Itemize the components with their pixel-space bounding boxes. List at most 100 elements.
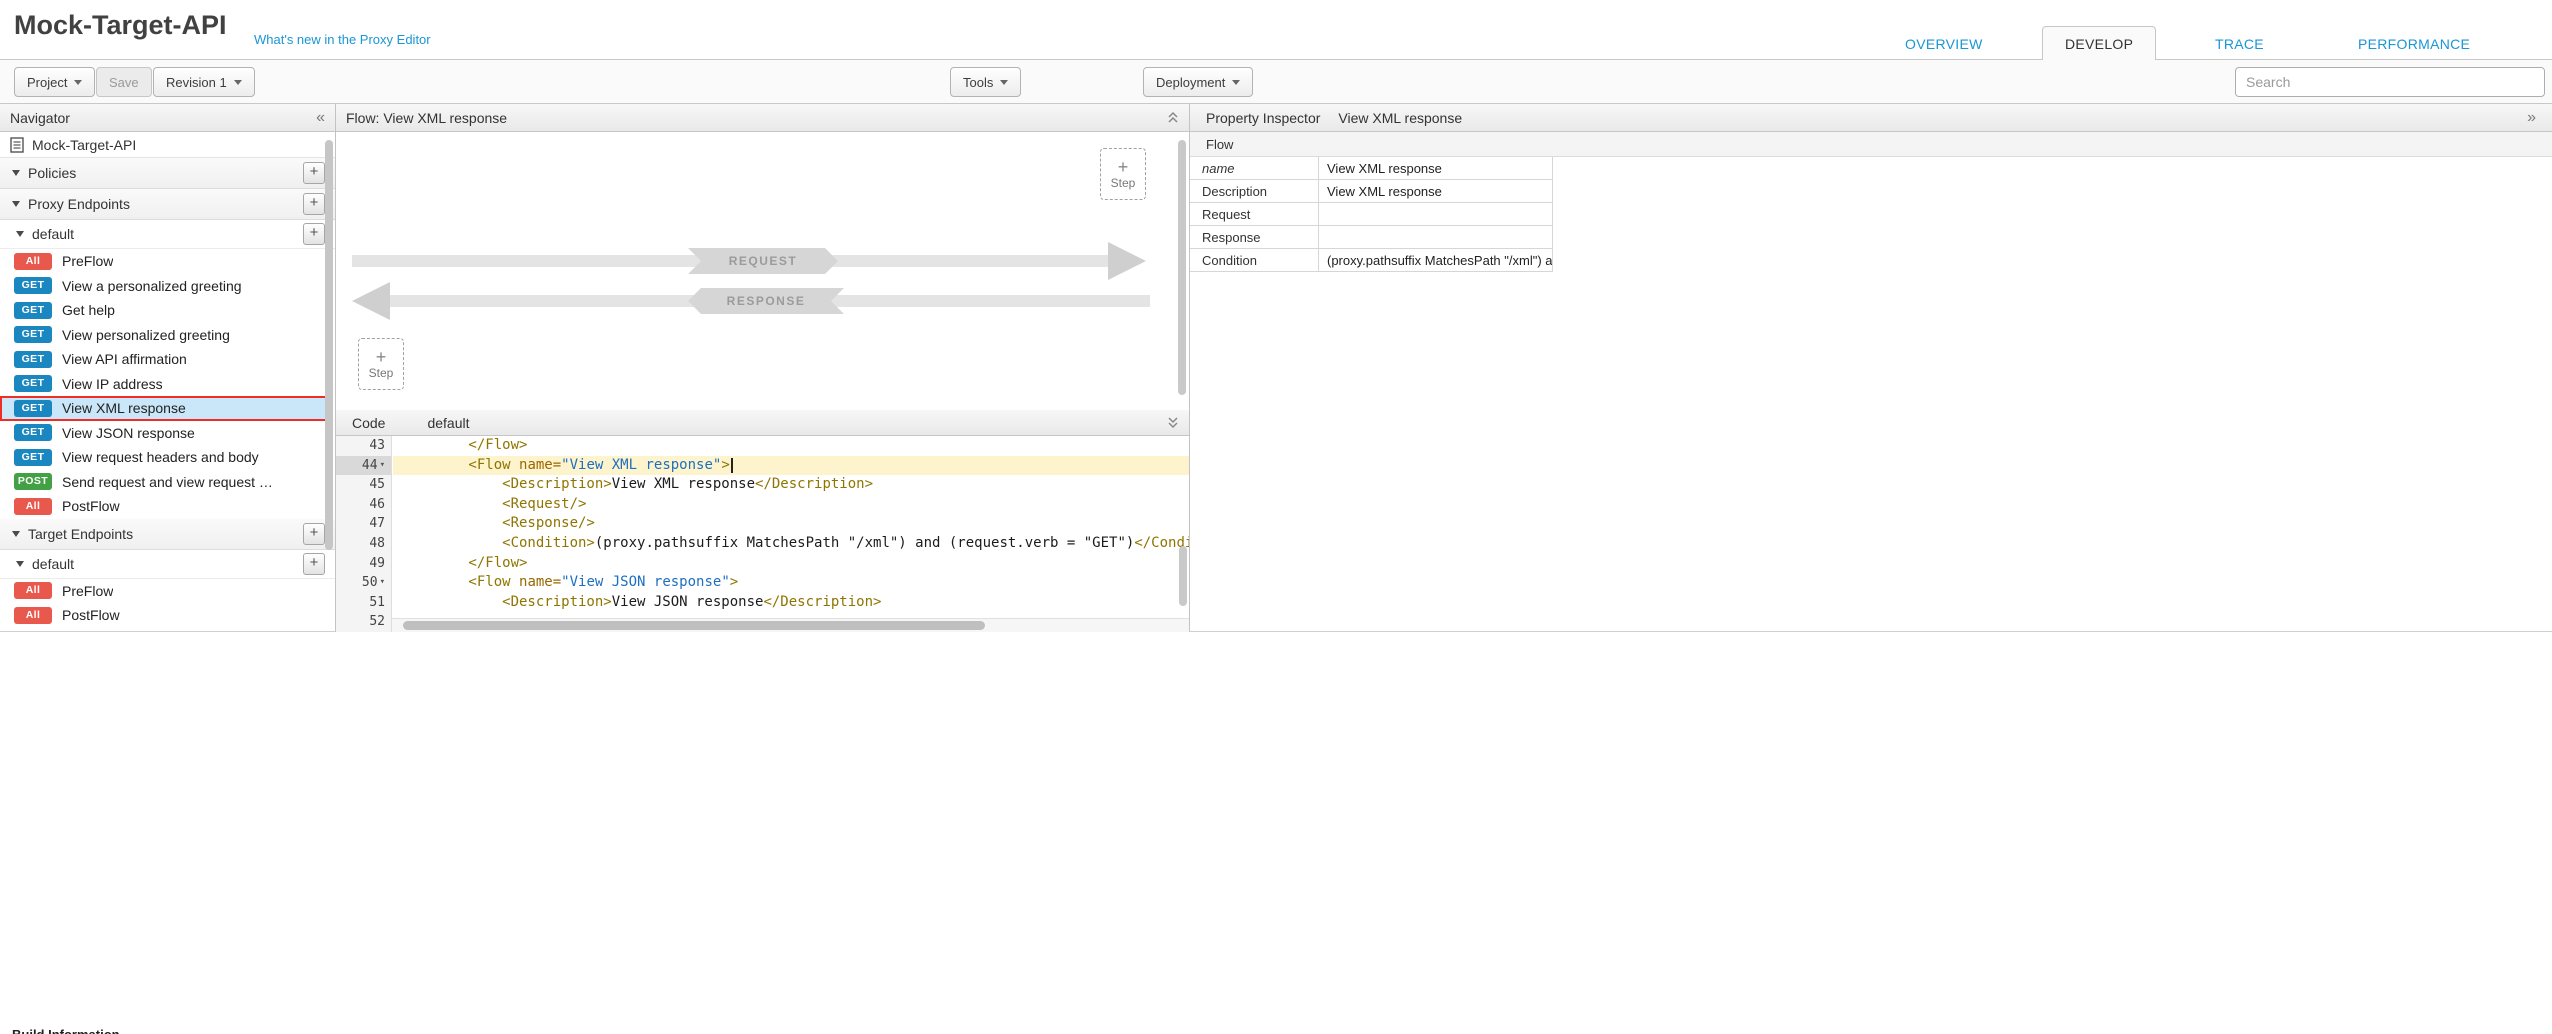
toolbar: Project Save Revision 1 Tools Deployment… [0,60,2552,104]
property-label: Condition [1190,249,1319,272]
project-button-label: Project [27,75,67,90]
method-badge: All [14,607,52,624]
method-badge: GET [14,400,52,417]
proxy-endpoint-default-label: default [32,226,74,242]
flow-item-view-json-response[interactable]: GET View JSON response [0,421,335,446]
add-step-button-top[interactable]: + Step [1100,148,1146,200]
flow-item-view-api-affirmation[interactable]: GET View API affirmation [0,347,335,372]
flow-canvas-scrollbar[interactable] [1178,140,1186,395]
collapse-flow-panel-icon[interactable] [1167,111,1179,124]
code-line-active: <Flow name="View XML response"> [393,456,1189,476]
navigator-scrollbar[interactable] [325,140,333,550]
flow-item-label: Send request and view request details [62,474,274,490]
caret-down-icon [12,170,20,176]
add-target-flow-button[interactable]: + [303,553,325,575]
code-line: </Flow> [393,554,1189,574]
property-inspector-title: Property Inspector [1206,110,1320,126]
line-number: 45 [336,475,391,495]
property-value[interactable]: (proxy.pathsuffix MatchesPath "/xml") an… [1319,249,1553,272]
caret-down-icon [12,201,20,207]
section-target-endpoints[interactable]: Target Endpoints + [0,519,335,550]
property-inspector-header: Property Inspector View XML response » [1190,104,2552,132]
plus-icon: + [376,348,387,366]
header-divider [0,59,2552,60]
add-proxy-flow-button[interactable]: + [303,223,325,245]
target-flow-item-postflow[interactable]: All PostFlow [0,603,335,628]
flow-item-preflow[interactable]: All PreFlow [0,249,335,274]
code-vertical-scrollbar[interactable] [1179,546,1187,606]
add-proxy-endpoint-button[interactable]: + [303,193,325,215]
line-number: 49 [336,554,391,574]
target-flow-item-preflow[interactable]: All PreFlow [0,579,335,604]
method-badge: All [14,498,52,515]
property-row-description: Description View XML response [1190,180,2552,203]
code-horizontal-scrollbar-thumb[interactable] [403,621,985,630]
code-file-label[interactable]: default [427,415,469,431]
flow-item-view-personalized-greeting[interactable]: GET View personalized greeting [0,323,335,348]
fold-caret-icon[interactable]: ▾ [380,573,385,593]
add-step-label: Step [369,366,394,380]
code-editor[interactable]: 43 44▾ 45 46 47 48 49 50▾ 51 52 </Flow> … [336,436,1189,632]
method-badge: GET [14,351,52,368]
plus-icon: + [1118,158,1129,176]
proxy-endpoint-default[interactable]: default + [0,220,335,249]
whats-new-link[interactable]: What's new in the Proxy Editor [254,32,431,47]
code-line: <Condition>(proxy.pathsuffix MatchesPath… [393,534,1189,554]
tools-button[interactable]: Tools [950,67,1021,97]
property-value[interactable]: View XML response [1319,180,1553,203]
code-line: <Request/> [393,495,1189,515]
code-line: </Flow> [393,436,1189,456]
revision-button[interactable]: Revision 1 [153,67,255,97]
save-button[interactable]: Save [96,67,152,97]
tab-trace[interactable]: TRACE [2215,36,2264,52]
code-horizontal-scrollbar-track[interactable] [392,618,1189,632]
document-icon [10,137,24,153]
section-proxy-endpoints[interactable]: Proxy Endpoints + [0,189,335,220]
flow-item-view-ip-address[interactable]: GET View IP address [0,372,335,397]
flow-diagram-canvas: + Step REQUEST RESPONSE + Step [336,132,1189,410]
add-policy-button[interactable]: + [303,162,325,184]
tab-overview[interactable]: OVERVIEW [1905,36,1983,52]
caret-down-icon [16,231,24,237]
target-endpoint-default[interactable]: default + [0,550,335,579]
collapse-code-panel-icon[interactable] [1167,416,1179,429]
add-target-endpoint-button[interactable]: + [303,523,325,545]
flow-item-send-request-and-view-request-details[interactable]: POST Send request and view request detai… [0,470,335,495]
tab-develop[interactable]: DEVELOP [2042,26,2156,60]
nav-root-item[interactable]: Mock-Target-API [0,132,335,158]
property-row-condition: Condition (proxy.pathsuffix MatchesPath … [1190,249,2552,272]
flow-item-get-help[interactable]: GET Get help [0,298,335,323]
expand-right-icon[interactable]: » [2527,110,2536,126]
fold-caret-icon[interactable]: ▾ [380,456,385,476]
deployment-button[interactable]: Deployment [1143,67,1253,97]
method-badge: All [14,253,52,270]
line-number: 46 [336,495,391,515]
flow-item-view-request-headers-and-body[interactable]: GET View request headers and body [0,445,335,470]
flow-item-view-xml-response-selected[interactable]: GET View XML response [0,396,327,421]
flow-item-label: View a personalized greeting [62,278,242,294]
flow-item-view-a-personalized-greeting[interactable]: GET View a personalized greeting [0,274,335,299]
flow-item-label: PostFlow [62,607,120,623]
project-button[interactable]: Project [14,67,95,97]
add-step-button-bottom[interactable]: + Step [358,338,404,390]
section-policies[interactable]: Policies + [0,158,335,189]
collapse-left-icon[interactable]: « [316,110,325,126]
nav-root-label: Mock-Target-API [32,137,136,153]
revision-button-label: Revision 1 [166,75,227,90]
flow-item-label: View JSON response [62,425,195,441]
tab-performance[interactable]: PERFORMANCE [2358,36,2470,52]
property-value[interactable] [1319,226,1553,249]
clipped-footer-text: Build Information [12,1026,120,1034]
property-label: Description [1190,180,1319,203]
chevron-down-icon [234,80,242,85]
method-badge: GET [14,375,52,392]
property-value[interactable]: View XML response [1319,157,1553,180]
property-value[interactable] [1319,203,1553,226]
flow-item-postflow[interactable]: All PostFlow [0,494,335,519]
property-inspector-panel: Property Inspector View XML response » F… [1190,104,2552,632]
search-input[interactable] [2235,67,2545,97]
line-number: 52 [336,612,391,632]
code-lines: </Flow> <Flow name="View XML response"> … [393,436,1189,632]
code-tab-label[interactable]: Code [352,415,385,431]
property-row-request: Request [1190,203,2552,226]
